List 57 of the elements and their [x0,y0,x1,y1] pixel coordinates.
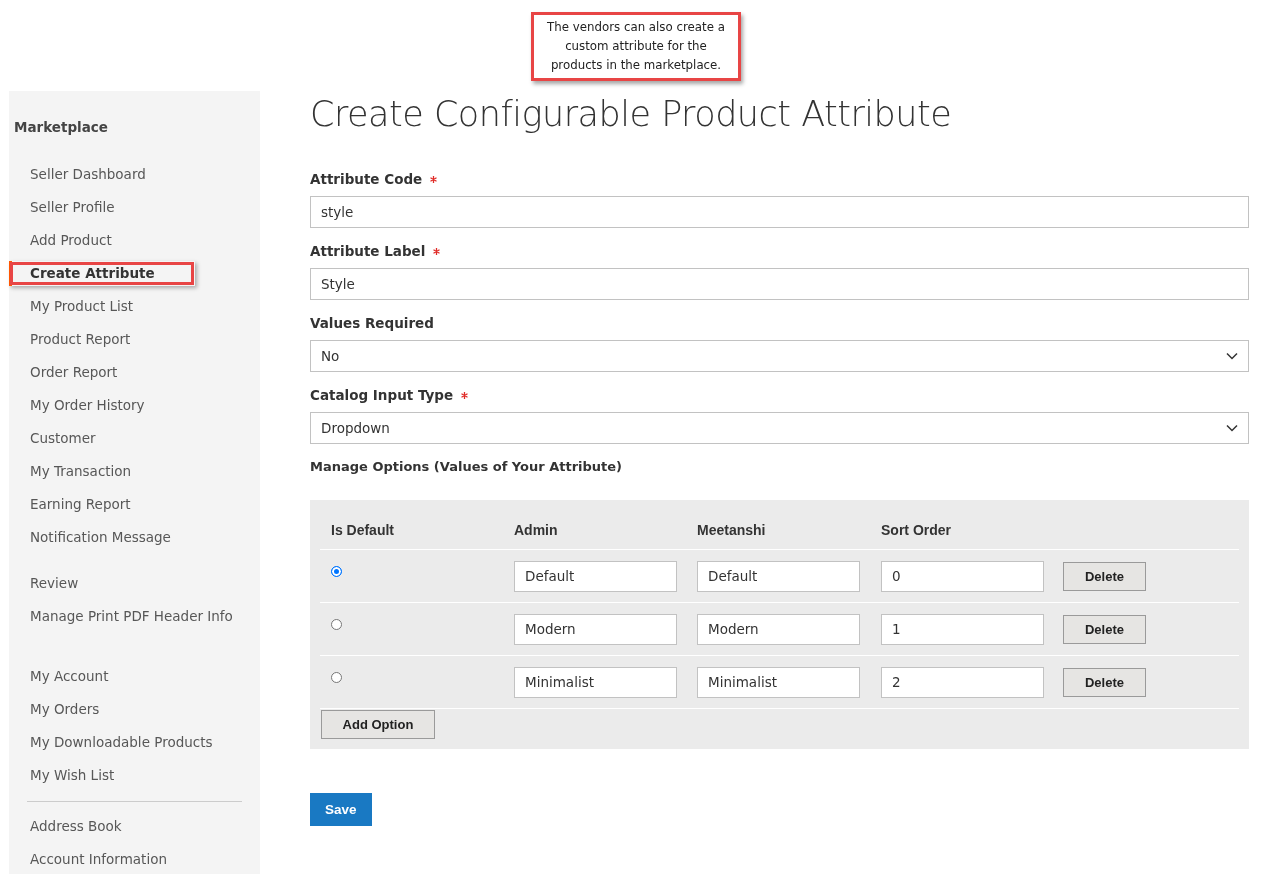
column-header: Meetanshi [697,521,767,538]
sidebar-link[interactable]: Product Report [9,323,131,356]
text-field[interactable]: 2 [881,666,1044,698]
text-field[interactable]: Minimalist [697,666,860,698]
text-field[interactable]: Modern [697,613,860,645]
sidebar-link[interactable]: My Product List [9,290,134,323]
chevron-down-icon [1226,424,1238,432]
field-label: Values Required [310,315,434,331]
sidebar-link[interactable]: Notification Message [9,521,171,554]
sidebar-link[interactable]: Create Attribute [9,261,195,286]
sidebar-link[interactable]: Order Report [9,356,118,389]
sidebar-link[interactable]: Address Book [9,810,122,843]
text-field[interactable]: style [310,196,1249,228]
dropdown-value: No [321,348,340,364]
column-header: Sort Order [881,521,952,538]
text-field[interactable]: Style [310,268,1249,300]
sidebar-link[interactable]: Customer [9,422,96,455]
sidebar-link[interactable]: Add Product [9,224,112,257]
page-title: Create Configurable Product Attribute [310,93,953,136]
add-option-button[interactable]: Add Option [321,710,435,739]
radio-button[interactable] [331,671,342,683]
delete-button[interactable]: Delete [1063,561,1146,591]
text-field[interactable]: Minimalist [514,666,677,698]
sidebar-link[interactable]: My Order History [9,389,145,422]
section-heading: Manage Options (Values of Your Attribute) [310,459,624,474]
sidebar-link[interactable]: Account Information [9,843,167,874]
sidebar-link[interactable]: Seller Profile [9,191,115,224]
radio-button[interactable] [331,618,342,630]
dropdown-field[interactable]: Dropdown [310,412,1249,444]
text-field[interactable]: 1 [881,613,1044,645]
sidebar-link[interactable]: Earning Report [9,488,131,521]
sidebar-link[interactable]: My Transaction [9,455,132,488]
field-label: Attribute Label [310,243,426,259]
sidebar-link[interactable]: My Account [9,660,109,693]
field-label: Attribute Code [310,171,423,187]
chevron-down-icon [1226,352,1238,360]
sidebar-link[interactable]: Manage Print PDF Header Info [9,600,233,633]
sidebar-link[interactable]: Seller Dashboard [9,158,146,191]
annotation-callout: The vendors can also create a custom attribute for the products in the marketplace. [531,12,741,81]
delete-button[interactable]: Delete [1063,614,1146,644]
column-header: Is Default [331,521,395,538]
sidebar-link[interactable]: Review [9,567,79,600]
delete-button[interactable]: Delete [1063,667,1146,697]
field-label: Catalog Input Type [310,387,454,403]
dropdown-value: Dropdown [321,420,390,436]
text-field[interactable]: Default [514,560,677,592]
column-header: Admin [514,521,559,538]
text-field[interactable]: Modern [514,613,677,645]
sidebar-link[interactable]: My Orders [9,693,100,726]
dropdown-field[interactable]: No [310,340,1249,372]
save-button[interactable]: Save [310,793,372,826]
sidebar-heading: Marketplace [13,119,109,135]
sidebar-link[interactable]: My Wish List [9,759,115,792]
sidebar-link[interactable]: My Downloadable Products [9,726,213,759]
text-field[interactable]: Default [697,560,860,592]
radio-button[interactable] [331,565,342,577]
text-field[interactable]: 0 [881,560,1044,592]
